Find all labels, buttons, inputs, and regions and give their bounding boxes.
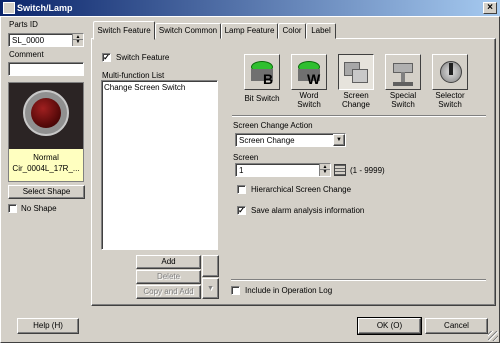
action-label: Screen Change Action: [233, 121, 313, 130]
include-log-checkbox[interactable]: [231, 286, 240, 295]
comment-field[interactable]: [8, 62, 84, 76]
keypad-icon[interactable]: [334, 164, 346, 176]
save-alarm-checkbox[interactable]: ✓: [237, 206, 246, 215]
action-value: Screen Change: [239, 136, 295, 145]
add-button[interactable]: Add: [136, 255, 201, 269]
cancel-button[interactable]: Cancel: [425, 318, 488, 334]
resize-grip-icon[interactable]: [488, 331, 498, 341]
bit-switch-label: Bit Switch: [244, 94, 280, 103]
copy-and-add-button[interactable]: Copy and Add: [136, 285, 201, 299]
action-dropdown[interactable]: Screen Change: [235, 133, 346, 147]
move-down-button[interactable]: ▼: [202, 278, 219, 299]
select-shape-button[interactable]: Select Shape: [8, 185, 85, 199]
word-switch-label: Word Switch: [297, 91, 321, 109]
divider: [232, 115, 486, 117]
hierarchical-label: Hierarchical Screen Change: [251, 185, 352, 194]
preview-state: Normal: [33, 153, 59, 162]
bit-switch-button[interactable]: B: [244, 54, 280, 90]
lamp-icon: [31, 98, 61, 128]
preview-caption: Normal Cir_0004L_17R_...: [9, 149, 83, 181]
move-up-button[interactable]: [202, 255, 219, 277]
tab-lamp-feature[interactable]: Lamp Feature: [221, 23, 278, 39]
switch-feature-label: Switch Feature: [116, 53, 170, 62]
multi-function-list-label: Multi-function List: [102, 71, 165, 80]
special-switch-label: Special Switch: [389, 91, 417, 109]
parts-id-value: SL_0000: [12, 36, 45, 45]
multi-function-list[interactable]: Change Screen Switch: [101, 80, 218, 250]
list-item[interactable]: Change Screen Switch: [102, 81, 217, 95]
switch-feature-checkbox[interactable]: ✓: [102, 53, 111, 62]
screen-label: Screen: [233, 153, 259, 162]
no-shape-checkbox[interactable]: [8, 204, 17, 213]
include-log-label: Include in Operation Log: [245, 286, 333, 295]
screen-value: 1: [239, 166, 244, 175]
selector-switch-label: Selector Switch: [435, 91, 465, 109]
word-switch-button[interactable]: W: [291, 54, 327, 90]
tab-switch-feature[interactable]: Switch Feature: [93, 21, 155, 40]
screen-spinner[interactable]: ▲ ▼: [319, 164, 330, 176]
lamp-bezel-icon: [23, 90, 69, 136]
screen-change-button[interactable]: [338, 54, 374, 90]
screen-range: (1 - 9999): [350, 166, 385, 175]
no-shape-label: No Shape: [21, 204, 57, 213]
chevron-down-icon[interactable]: ▼: [333, 134, 345, 146]
comment-label: Comment: [9, 50, 44, 59]
parts-id-spinner[interactable]: ▲ ▼: [72, 34, 83, 46]
delete-button[interactable]: Delete: [136, 270, 201, 284]
app-icon: [3, 2, 15, 14]
special-switch-button[interactable]: [385, 54, 421, 90]
save-alarm-label: Save alarm analysis information: [251, 206, 365, 215]
title-bar: Switch/Lamp: [0, 0, 500, 16]
preview-name: Cir_0004L_17R_...: [12, 164, 80, 173]
help-button[interactable]: Help (H): [17, 318, 79, 334]
tab-label[interactable]: Label: [306, 23, 336, 39]
shape-preview: Normal Cir_0004L_17R_...: [8, 82, 84, 182]
window-title: Switch/Lamp: [17, 3, 73, 13]
divider: [231, 279, 486, 281]
screen-change-label: Screen Change: [341, 91, 371, 109]
spin-down-icon[interactable]: ▼: [73, 40, 83, 45]
close-button[interactable]: ×: [483, 2, 497, 14]
parts-id-label: Parts ID: [9, 20, 38, 29]
tab-switch-common[interactable]: Switch Common: [155, 23, 221, 39]
hierarchical-checkbox[interactable]: [237, 185, 246, 194]
selector-switch-button[interactable]: [432, 54, 468, 90]
preview-area: [9, 83, 83, 149]
spin-down-icon[interactable]: ▼: [320, 170, 330, 175]
screen-field[interactable]: 1: [235, 163, 331, 177]
tab-color[interactable]: Color: [278, 23, 306, 39]
ok-button[interactable]: OK (O): [357, 317, 422, 335]
